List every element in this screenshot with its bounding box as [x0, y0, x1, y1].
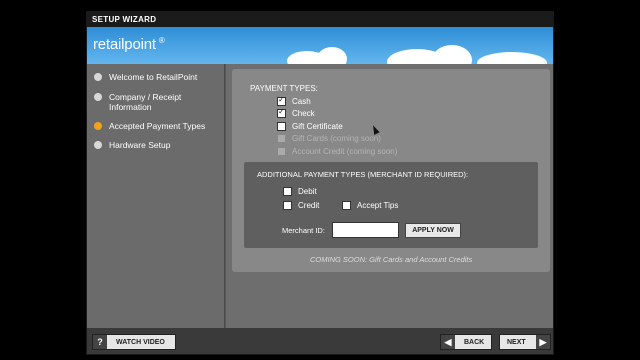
watch-video-button[interactable]: ? WATCH VIDEO: [92, 334, 176, 350]
question-icon: ?: [93, 335, 107, 349]
cloud-decoration: [317, 47, 347, 64]
cloud-decoration: [477, 52, 547, 64]
setup-wizard-window: SETUP WIZARD retailpoint ® Welcome to Ret…: [86, 11, 554, 355]
option-account-credit: Account Credit (coming soon): [277, 147, 397, 156]
additional-payment-panel: ADDITIONAL PAYMENT TYPES (MERCHANT ID RE…: [244, 162, 538, 248]
option-label: Debit: [298, 187, 317, 196]
coming-soon-note: COMING SOON: Gift Cards and Account Cred…: [310, 255, 473, 264]
step-welcome[interactable]: Welcome to RetailPoint: [94, 72, 219, 82]
option-credit[interactable]: Credit: [283, 201, 319, 210]
retailpoint-logo: retailpoint ®: [93, 36, 165, 53]
step-payment-types[interactable]: Accepted Payment Types: [94, 121, 219, 131]
gift-cards-checkbox: [277, 134, 286, 143]
next-button[interactable]: NEXT ▶: [499, 334, 551, 350]
step-hardware-setup[interactable]: Hardware Setup: [94, 140, 219, 150]
option-label: Credit: [298, 201, 320, 210]
option-debit[interactable]: Debit: [283, 187, 317, 196]
option-check[interactable]: Check: [277, 107, 315, 118]
option-label: Cash: [292, 97, 311, 106]
credit-checkbox[interactable]: [283, 201, 292, 210]
step-label: Hardware Setup: [109, 140, 171, 150]
chevron-left-icon: ◀: [441, 335, 455, 349]
back-button[interactable]: ◀ BACK: [440, 334, 492, 350]
chevron-right-icon: ▶: [536, 335, 550, 349]
option-gift-cards: Gift Cards (coming soon): [277, 134, 381, 143]
option-label: Check: [292, 109, 315, 118]
step-indicator-icon: [94, 93, 102, 101]
step-indicator-icon: [94, 73, 102, 81]
merchant-id-input[interactable]: [332, 222, 399, 238]
window-title: SETUP WIZARD: [87, 12, 553, 27]
step-label: Company / Receipt Information: [109, 92, 182, 112]
cash-checkbox[interactable]: [277, 95, 286, 106]
payment-types-title: PAYMENT TYPES:: [250, 84, 318, 93]
debit-checkbox[interactable]: [283, 187, 292, 196]
cloud-decoration: [432, 45, 472, 64]
option-accept-tips[interactable]: Accept Tips: [342, 201, 398, 210]
account-credit-checkbox: [277, 147, 286, 156]
option-label: Account Credit (coming soon): [292, 147, 398, 156]
main-content: PAYMENT TYPES: Cash Check Gift Certifica…: [226, 64, 553, 328]
next-label: NEXT: [507, 338, 526, 346]
brand-banner: retailpoint ®: [87, 27, 553, 64]
step-label: Accepted Payment Types: [109, 121, 206, 131]
registered-mark: ®: [158, 36, 165, 45]
apply-now-button[interactable]: APPLY NOW: [405, 223, 461, 238]
option-gift-certificate[interactable]: Gift Certificate: [277, 122, 343, 131]
option-label: Gift Cards (coming soon): [292, 134, 381, 143]
check-checkbox[interactable]: [277, 107, 286, 118]
step-label: Welcome to RetailPoint: [109, 72, 198, 82]
option-label: Accept Tips: [357, 201, 399, 210]
back-label: BACK: [464, 338, 485, 346]
watch-video-label: WATCH VIDEO: [116, 338, 165, 346]
merchant-id-label: Merchant ID:: [282, 226, 325, 235]
logo-text: retailpoint: [93, 36, 156, 53]
step-company-info[interactable]: Company / Receipt Information: [94, 92, 219, 112]
option-label: Gift Certificate: [292, 122, 343, 131]
option-cash[interactable]: Cash: [277, 95, 311, 106]
additional-payment-title: ADDITIONAL PAYMENT TYPES (MERCHANT ID RE…: [257, 170, 469, 179]
wizard-footer: ? WATCH VIDEO ◀ BACK NEXT ▶: [87, 328, 553, 354]
gift-certificate-checkbox[interactable]: [277, 122, 286, 131]
wizard-steps-sidebar: Welcome to RetailPoint Company / Receipt…: [87, 64, 225, 328]
accept-tips-checkbox[interactable]: [342, 201, 351, 210]
payment-types-panel: PAYMENT TYPES: Cash Check Gift Certifica…: [232, 69, 550, 272]
step-indicator-icon: [94, 141, 102, 149]
step-indicator-icon: [94, 122, 102, 130]
